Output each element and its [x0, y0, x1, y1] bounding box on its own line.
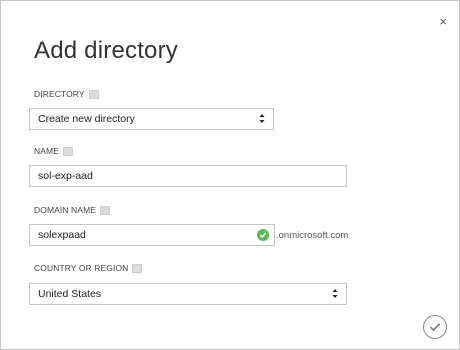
directory-select-value: Create new directory: [38, 113, 135, 125]
domain-name-field[interactable]: solexpaad: [29, 224, 275, 246]
domain-name-label-row: DOMAIN NAME: [34, 205, 111, 215]
domain-name-label: DOMAIN NAME: [34, 205, 97, 215]
directory-select[interactable]: Create new directory: [29, 108, 274, 130]
confirm-button[interactable]: [423, 315, 447, 339]
name-field[interactable]: sol-exp-aad: [29, 165, 347, 187]
country-label: COUNTRY OR REGION: [34, 263, 129, 273]
select-arrows-icon: [259, 113, 265, 124]
select-arrows-icon: [332, 288, 338, 299]
directory-label-row: DIRECTORY: [34, 89, 99, 99]
checkmark-circle-icon: [429, 322, 441, 332]
country-label-row: COUNTRY OR REGION: [34, 263, 143, 273]
help-icon[interactable]: [88, 89, 99, 99]
domain-name-field-value: solexpaad: [38, 229, 86, 241]
help-icon[interactable]: [132, 263, 143, 273]
help-icon[interactable]: [100, 205, 111, 215]
directory-label: DIRECTORY: [34, 89, 85, 99]
name-label: NAME: [34, 146, 59, 156]
country-select-value: United States: [38, 288, 102, 300]
dialog-title: Add directory: [34, 37, 178, 64]
close-icon[interactable]: ×: [439, 15, 447, 28]
country-select[interactable]: United States: [29, 283, 347, 305]
add-directory-dialog: × Add directory DIRECTORY Create new dir…: [0, 0, 460, 350]
name-field-value: sol-exp-aad: [38, 170, 93, 182]
help-icon[interactable]: [62, 146, 73, 156]
domain-suffix: .onmicrosoft.com: [276, 230, 349, 241]
check-circle-icon: [257, 229, 269, 241]
name-label-row: NAME: [34, 146, 73, 156]
